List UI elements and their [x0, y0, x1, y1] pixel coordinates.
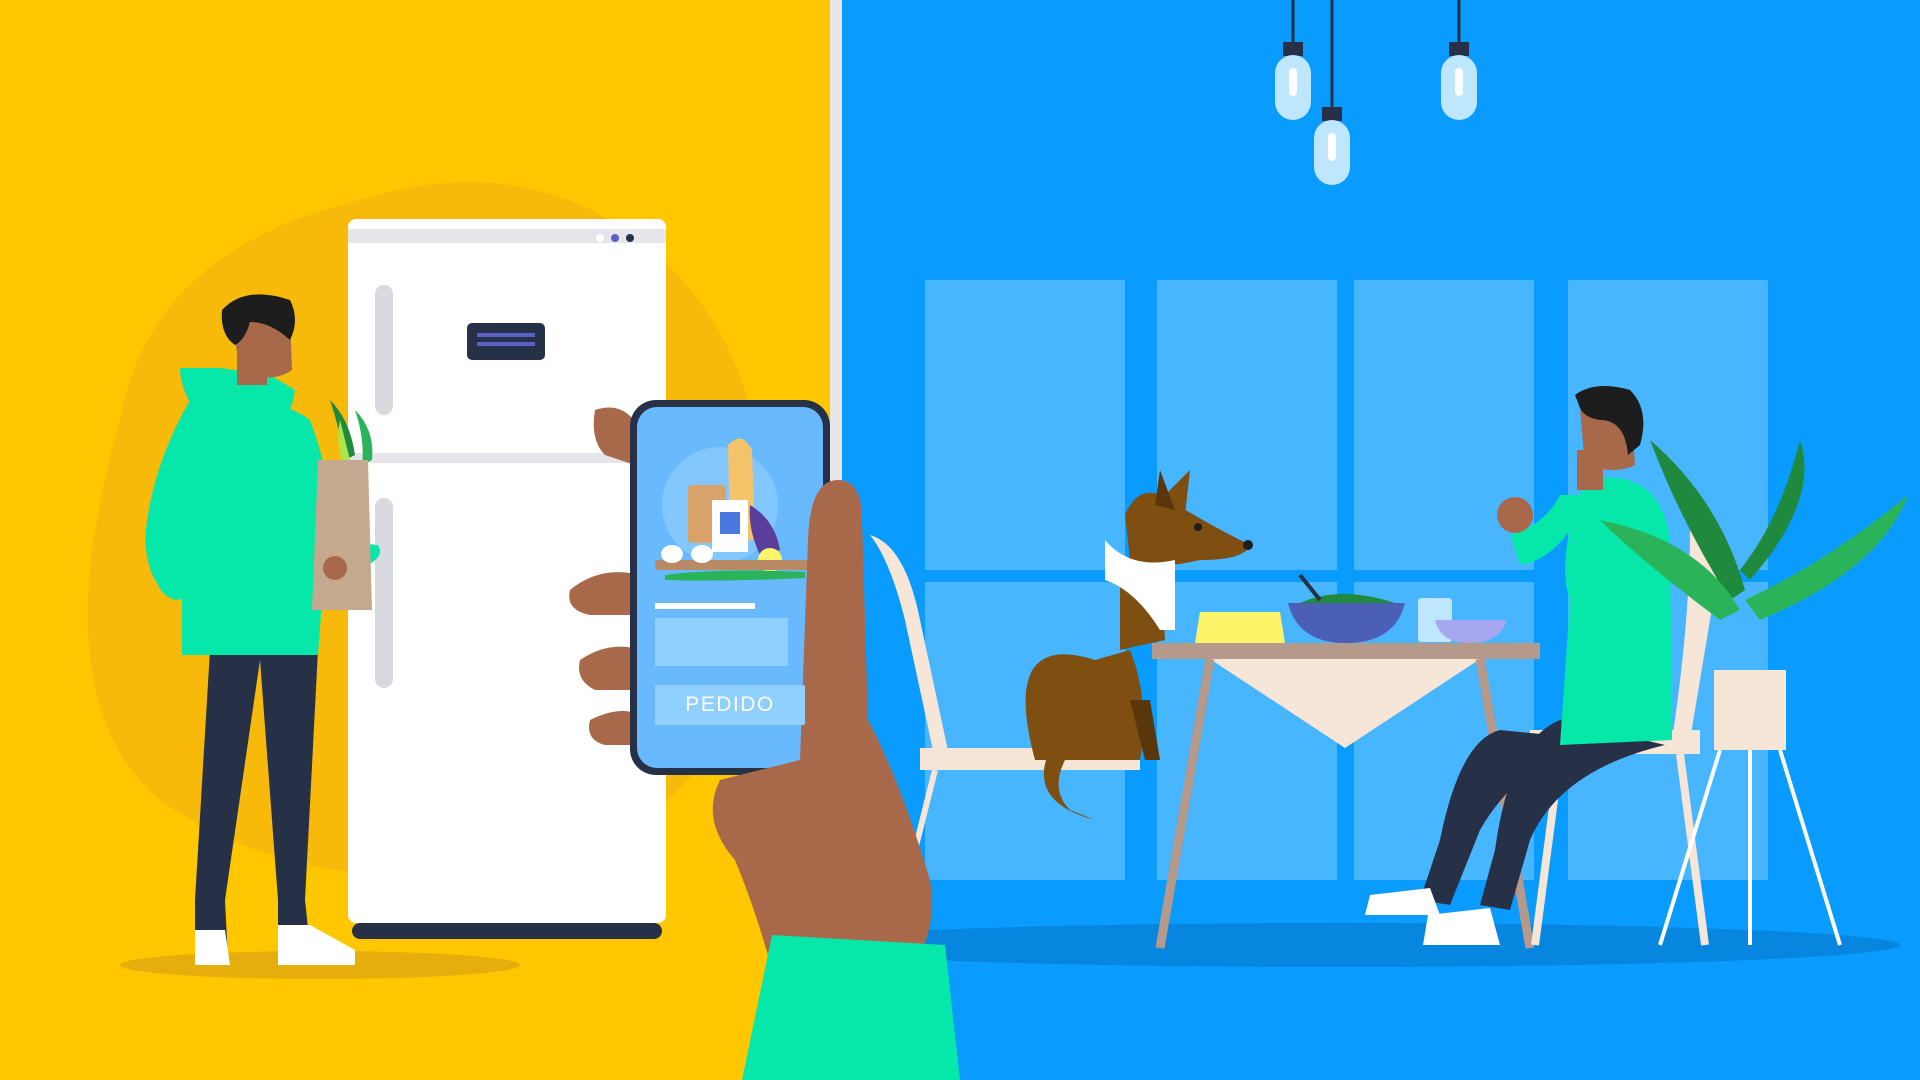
floor-shadow: [780, 923, 1900, 967]
fridge-display-icon: [467, 323, 545, 360]
dog-bowl: [1195, 612, 1285, 643]
illustration-stage: PEDIDO: [0, 0, 1920, 1080]
sleeve: [742, 935, 960, 1080]
scene-illustration: [0, 0, 1920, 1080]
phone-title-line: [655, 603, 755, 609]
order-button[interactable]: PEDIDO: [655, 685, 805, 725]
phone-input-box: [655, 618, 788, 666]
